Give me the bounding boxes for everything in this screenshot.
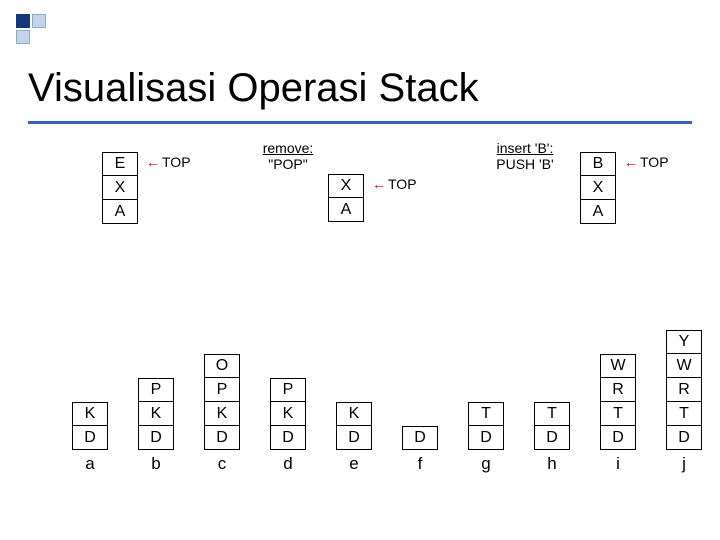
col-label: j [682, 454, 686, 474]
col-label: g [481, 454, 490, 474]
stack-cell: D [336, 426, 372, 450]
stack-after-pop: X A [328, 174, 364, 222]
stack-cell: B [580, 152, 616, 176]
arrow-left-icon: ← [146, 154, 160, 170]
stack-cell: K [270, 402, 306, 426]
history-col-f: D f [402, 426, 438, 450]
stack-cell: T [534, 402, 570, 426]
stack-cell: D [468, 426, 504, 450]
stack-cell: T [600, 402, 636, 426]
stack-initial: E X A [102, 152, 138, 224]
stack-cell: K [72, 402, 108, 426]
stack-cell: K [336, 402, 372, 426]
stack-cell: P [270, 378, 306, 402]
stack-cell: X [328, 174, 364, 198]
stack-cell: W [600, 354, 636, 378]
stack-cell: X [102, 176, 138, 200]
history-col-d: P K D d [270, 378, 306, 450]
stack-cell: E [102, 152, 138, 176]
history-col-h: T D h [534, 402, 570, 450]
stack-cell: D [600, 426, 636, 450]
col-label: e [349, 454, 358, 474]
col-label: h [547, 454, 556, 474]
op-push-label: insert 'B': PUSH 'B' [482, 140, 568, 172]
stack-cell: D [666, 426, 702, 450]
stack-cell: D [270, 426, 306, 450]
col-label: f [418, 454, 423, 474]
stack-cell: A [102, 200, 138, 224]
history-row: K D a P K D b O P K D c P K [28, 282, 692, 472]
stack-cell: T [468, 402, 504, 426]
col-label: d [283, 454, 292, 474]
stack-cell: K [138, 402, 174, 426]
top-row: E X A ←TOP remove: "POP" X A ←TOP insert… [28, 140, 692, 260]
stack-after-push: B X A [580, 152, 616, 224]
stack-cell: P [138, 378, 174, 402]
col-label: a [85, 454, 94, 474]
title-rule [28, 121, 692, 124]
history-col-g: T D g [468, 402, 504, 450]
top-pointer-right: ←TOP [624, 154, 669, 170]
history-col-i: W R T D i [600, 354, 636, 450]
history-col-j: Y W R T D j [666, 330, 702, 450]
stack-cell: K [204, 402, 240, 426]
top-pointer-mid: ←TOP [372, 176, 417, 192]
stack-cell: D [204, 426, 240, 450]
stack-cell: T [666, 402, 702, 426]
history-col-c: O P K D c [204, 354, 240, 450]
stack-cell: D [534, 426, 570, 450]
stack-cell: A [328, 198, 364, 222]
arrow-left-icon: ← [624, 154, 638, 170]
arrow-left-icon: ← [372, 176, 386, 192]
stack-cell: X [580, 176, 616, 200]
stack-cell: A [580, 200, 616, 224]
stack-cell: R [666, 378, 702, 402]
history-col-e: K D e [336, 402, 372, 450]
col-label: i [616, 454, 620, 474]
col-label: b [151, 454, 160, 474]
stack-cell: R [600, 378, 636, 402]
stack-cell: P [204, 378, 240, 402]
top-pointer-left: ←TOP [146, 154, 191, 170]
op-pop-label: remove: "POP" [252, 140, 324, 172]
stack-cell: Y [666, 330, 702, 354]
history-col-b: P K D b [138, 378, 174, 450]
slide-title: Visualisasi Operasi Stack [28, 66, 692, 111]
stack-cell: W [666, 354, 702, 378]
history-col-a: K D a [72, 402, 108, 450]
stack-cell: D [138, 426, 174, 450]
stack-cell: D [402, 426, 438, 450]
col-label: c [218, 454, 227, 474]
stack-cell: D [72, 426, 108, 450]
stack-cell: O [204, 354, 240, 378]
